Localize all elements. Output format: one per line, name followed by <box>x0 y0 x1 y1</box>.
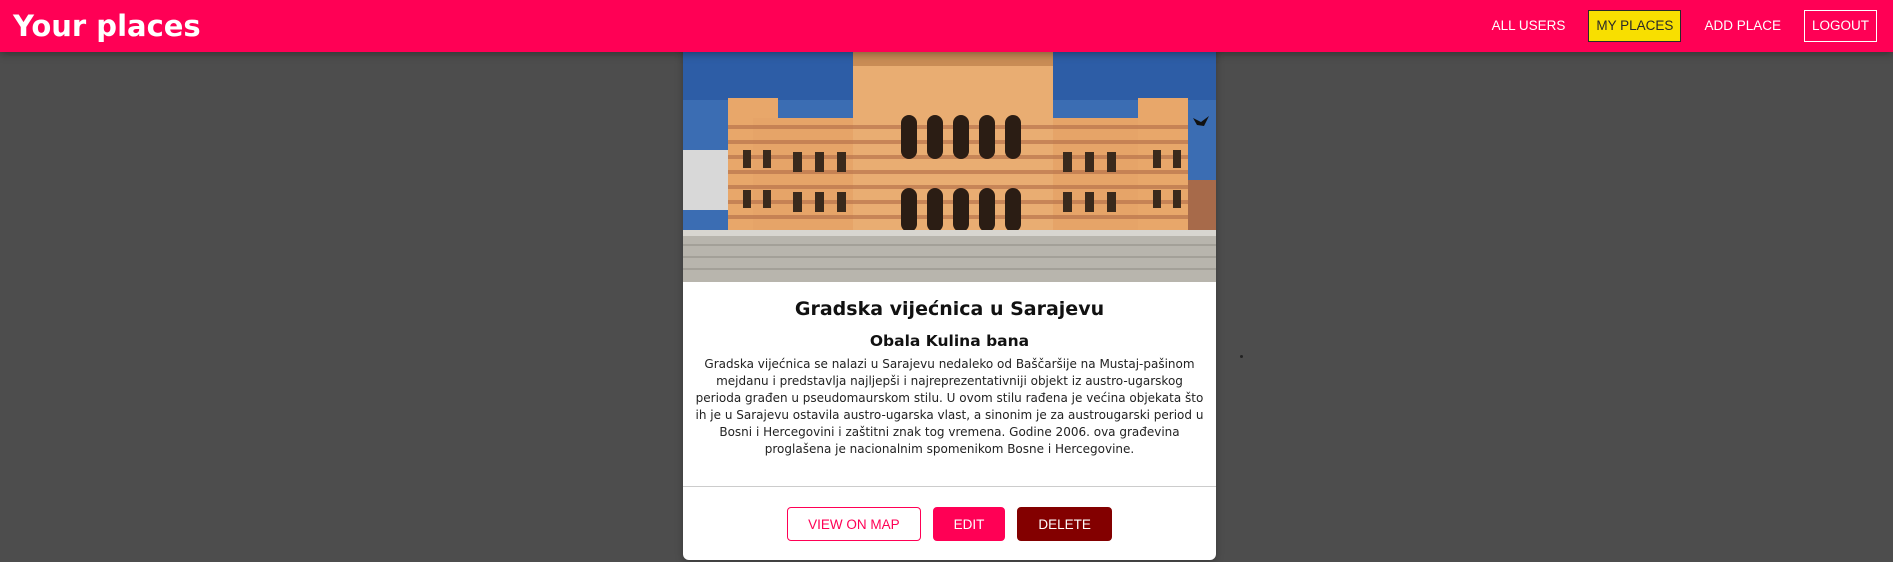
nav-add-place[interactable]: ADD PLACE <box>1696 10 1789 42</box>
view-on-map-button[interactable]: VIEW ON MAP <box>787 507 921 541</box>
cursor-dot <box>1240 355 1243 358</box>
place-address: Obala Kulina bana <box>869 332 1030 350</box>
card-divider <box>683 486 1216 487</box>
logout-button[interactable]: LOGOUT <box>1803 10 1877 42</box>
delete-button[interactable]: DELETE <box>1017 507 1112 541</box>
place-actions: VIEW ON MAP EDIT DELETE <box>683 507 1216 541</box>
place-title: Gradska vijećnica u Sarajevu <box>794 298 1105 320</box>
app-title[interactable]: Your places <box>13 8 201 44</box>
nav-all-users[interactable]: ALL USERS <box>1484 10 1574 42</box>
place-card: Gradska vijećnica u Sarajevu Obala Kulin… <box>683 30 1216 560</box>
main-navigation: ALL USERS MY PLACES ADD PLACE LOGOUT <box>1469 10 1877 42</box>
main-header: Your places ALL USERS MY PLACES ADD PLAC… <box>0 0 1893 52</box>
nav-my-places[interactable]: MY PLACES <box>1588 10 1682 42</box>
place-image <box>683 30 1216 282</box>
place-description: Gradska vijećnica se nalazi u Sarajevu n… <box>695 357 1204 456</box>
edit-button[interactable]: EDIT <box>932 507 1006 541</box>
